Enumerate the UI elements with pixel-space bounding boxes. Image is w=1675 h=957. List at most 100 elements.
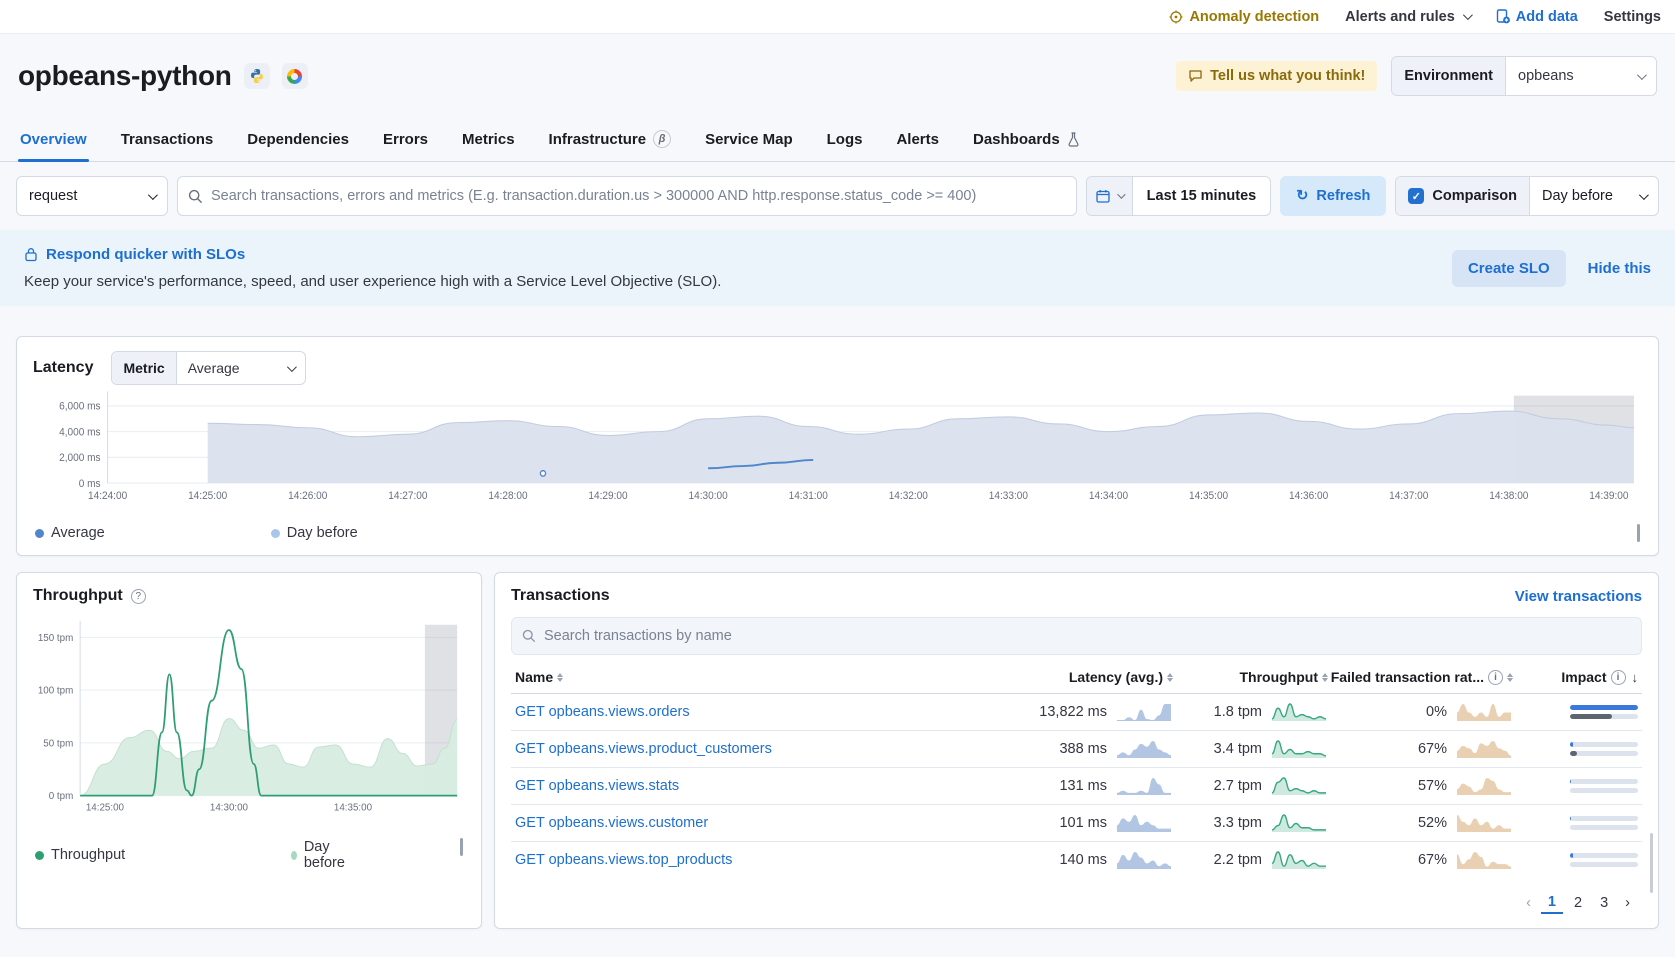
transaction-type-select[interactable]: request [16, 176, 168, 216]
failed-rate-value: 57% [1418, 778, 1447, 794]
throughput-title: Throughput [33, 587, 123, 605]
transaction-link[interactable]: GET opbeans.views.orders [515, 704, 690, 720]
latency-chart: 0 ms2,000 ms4,000 ms6,000 ms14:24:0014:2… [33, 385, 1642, 515]
legend-dot [35, 529, 44, 538]
tab-logs[interactable]: Logs [825, 118, 865, 161]
pagination-page-1[interactable]: 1 [1541, 892, 1563, 914]
transaction-link[interactable]: GET opbeans.views.product_customers [515, 741, 772, 757]
hide-this-link[interactable]: Hide this [1588, 260, 1651, 277]
column-header-latency-avg-[interactable]: Latency (avg.) [958, 669, 1173, 685]
time-range-button[interactable]: Last 15 minutes [1133, 177, 1271, 215]
name-cell: GET opbeans.views.customer [515, 815, 958, 831]
impact-bar [1570, 714, 1638, 719]
name-cell: GET opbeans.views.orders [515, 704, 958, 720]
anomaly-detection-link[interactable]: Anomaly detection [1169, 9, 1319, 25]
legend-item-day-before[interactable]: Day before [271, 525, 358, 541]
comparison-checkbox[interactable]: ✓ Comparison [1396, 177, 1530, 215]
tab-label: Metrics [462, 131, 515, 148]
sparkline [1455, 849, 1513, 871]
sparkline [1270, 775, 1328, 797]
name-cell: GET opbeans.views.stats [515, 778, 958, 794]
column-header-impact[interactable]: Impacti↓ [1513, 669, 1638, 685]
tab-alerts[interactable]: Alerts [894, 118, 941, 161]
sort-icon [557, 673, 563, 682]
tab-metrics[interactable]: Metrics [460, 118, 517, 161]
comparison-control: ✓ Comparison Day before [1395, 176, 1659, 216]
settings-link[interactable]: Settings [1604, 9, 1661, 25]
column-label: Name [515, 669, 553, 685]
transaction-link[interactable]: GET opbeans.views.stats [515, 778, 679, 794]
slo-callout-title-link[interactable]: Respond quicker with SLOs [24, 246, 721, 263]
pagination-page-2[interactable]: 2 [1567, 893, 1589, 913]
gcp-cloud-icon [282, 63, 308, 89]
tab-errors[interactable]: Errors [381, 118, 430, 161]
add-data-link[interactable]: Add data [1496, 9, 1578, 25]
sparkline [1455, 812, 1513, 834]
throughput-cell: 2.7 tpm [1173, 775, 1328, 797]
transaction-link[interactable]: GET opbeans.views.top_products [515, 852, 732, 868]
failed-rate-value: 0% [1426, 704, 1447, 720]
table-scrollbar[interactable] [1650, 833, 1653, 893]
create-slo-button[interactable]: Create SLO [1452, 250, 1566, 287]
legend-label: Day before [304, 839, 348, 871]
legend-item-average[interactable]: Average [35, 525, 105, 541]
column-header-failed-transaction-rat-[interactable]: Failed transaction rat...i [1328, 669, 1513, 685]
impact-bar [1570, 853, 1638, 858]
column-header-throughput[interactable]: Throughput [1173, 669, 1328, 685]
tab-dependencies[interactable]: Dependencies [245, 118, 351, 161]
pagination-next[interactable]: › [1619, 893, 1636, 913]
sparkline [1115, 849, 1173, 871]
comparison-select[interactable]: Day before [1530, 177, 1658, 215]
refresh-button[interactable]: ↻ Refresh [1280, 176, 1386, 216]
impact-cell [1570, 705, 1638, 719]
tab-dashboards[interactable]: Dashboards [971, 118, 1082, 161]
legend-dot [291, 851, 297, 860]
tab-overview[interactable]: Overview [18, 118, 89, 161]
legend-item-day-before[interactable]: Day before [291, 839, 348, 871]
info-icon: i [1488, 670, 1503, 685]
feedback-button[interactable]: Tell us what you think! [1176, 61, 1377, 91]
impact-bar [1570, 779, 1638, 784]
tab-transactions[interactable]: Transactions [119, 118, 216, 161]
speech-bubble-icon [1188, 69, 1203, 83]
calendar-menu-button[interactable] [1087, 177, 1133, 215]
view-transactions-link[interactable]: View transactions [1515, 588, 1642, 605]
throughput-value: 3.4 tpm [1214, 741, 1262, 757]
query-bar: request Last 15 minutes ↻ Refresh ✓ Comp… [0, 162, 1675, 216]
svg-text:14:31:00: 14:31:00 [789, 491, 828, 502]
service-tabs: Overview Transactions Dependencies Errors Me… [0, 118, 1675, 162]
transaction-link[interactable]: GET opbeans.views.customer [515, 815, 708, 831]
legend-scrollbar[interactable] [1637, 524, 1640, 542]
tab-label: Logs [827, 131, 863, 148]
anomaly-detection-icon [1169, 10, 1183, 24]
svg-text:14:25:00: 14:25:00 [86, 802, 125, 813]
svg-text:0 tpm: 0 tpm [49, 791, 74, 802]
alerts-and-rules-menu[interactable]: Alerts and rules [1345, 9, 1470, 25]
impact-cell [1570, 742, 1638, 756]
metric-select[interactable]: Average [177, 352, 305, 384]
environment-select[interactable]: opbeans [1506, 57, 1656, 95]
table-row: GET opbeans.views.product_customers388 m… [511, 731, 1642, 768]
checkbox-checked-icon: ✓ [1408, 188, 1424, 204]
sparkline [1270, 701, 1328, 723]
svg-text:14:35:00: 14:35:00 [334, 802, 373, 813]
latency-cell: 13,822 ms [958, 701, 1173, 723]
legend-dot [35, 851, 44, 860]
svg-text:6,000 ms: 6,000 ms [59, 401, 100, 412]
throughput-value: 2.2 tpm [1214, 852, 1262, 868]
column-header-name[interactable]: Name [515, 669, 958, 685]
transactions-panel: Transactions View transactions NameLaten… [494, 572, 1659, 929]
sparkline [1115, 701, 1173, 723]
transactions-search-input[interactable] [544, 628, 1631, 644]
tab-infrastructure[interactable]: Infrastructureβ [547, 118, 674, 161]
pagination-prev[interactable]: ‹ [1520, 893, 1537, 913]
chevron-down-icon [1117, 190, 1125, 198]
tab-service-map[interactable]: Service Map [703, 118, 795, 161]
svg-text:14:25:00: 14:25:00 [188, 491, 227, 502]
legend-scrollbar[interactable] [460, 838, 463, 856]
search-input[interactable] [211, 188, 1066, 204]
pagination-page-3[interactable]: 3 [1593, 893, 1615, 913]
legend-item-throughput[interactable]: Throughput [35, 847, 125, 863]
latency-title: Latency [33, 359, 93, 377]
table-row: GET opbeans.views.orders13,822 ms1.8 tpm… [511, 694, 1642, 731]
